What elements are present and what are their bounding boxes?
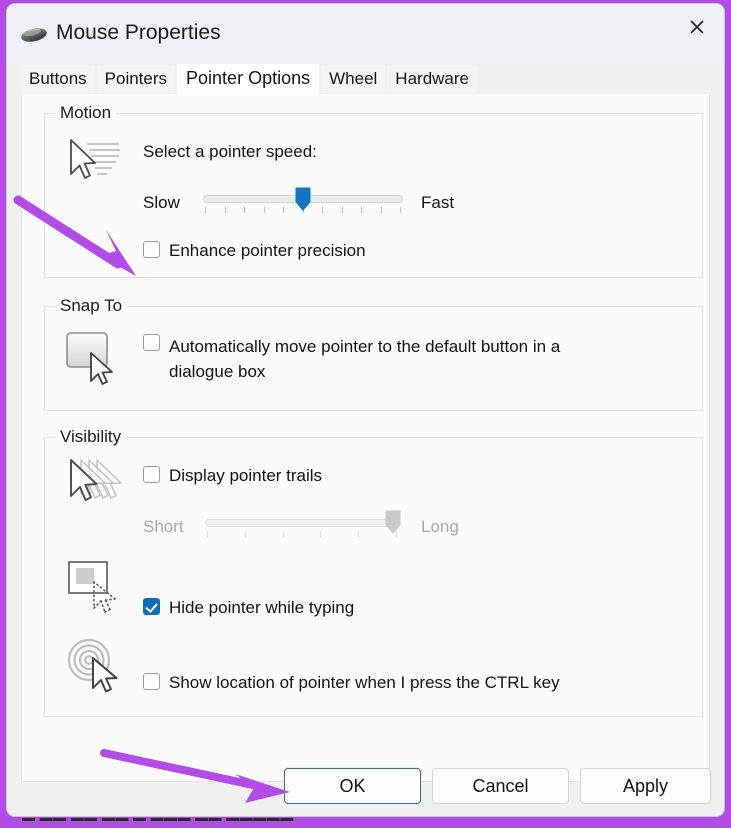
- checkbox-label-display-pointer-trails: Display pointer trails: [169, 466, 323, 485]
- checkbox-label-enhance-pointer-precision: Enhance pointer precision: [169, 241, 366, 260]
- snap-to-label-line1: Automatically move pointer to the defaul…: [169, 337, 561, 356]
- cursor-speed-icon: [63, 136, 125, 193]
- checkbox-row-show-pointer-location[interactable]: Show location of pointer when I press th…: [143, 673, 560, 693]
- checkbox-display-pointer-trails[interactable]: [143, 466, 160, 483]
- dialog-button-bar: OK Cancel Apply: [7, 756, 724, 816]
- checkbox-row-enhance-pointer-precision[interactable]: Enhance pointer precision: [143, 241, 366, 261]
- pointer-trails-slider[interactable]: Short Long: [143, 508, 563, 542]
- group-motion: Motion Select a pointer speed: Slow Fast…: [44, 103, 703, 278]
- group-snap-to: Snap To Automatically move pointer to th…: [44, 296, 703, 411]
- trails-slider-min-label-short: Short: [143, 517, 184, 536]
- checkbox-row-hide-pointer-while-typing[interactable]: Hide pointer while typing: [143, 598, 354, 618]
- apply-button[interactable]: Apply: [580, 768, 711, 804]
- checkbox-label-show-pointer-location: Show location of pointer when I press th…: [169, 673, 560, 692]
- tab-hardware[interactable]: Hardware: [387, 65, 477, 94]
- snap-to-button-icon: [63, 329, 125, 392]
- tab-panel-pointer-options: Motion Select a pointer speed: Slow Fast…: [21, 94, 710, 782]
- checkbox-hide-pointer-while-typing[interactable]: [143, 598, 160, 615]
- page-title: Mouse Properties: [56, 21, 221, 44]
- slider-min-label-slow: Slow: [143, 193, 180, 212]
- trails-slider-track[interactable]: [205, 519, 401, 527]
- snap-to-label-line2: dialogue box: [169, 362, 266, 381]
- screen: ▬ ▬▬ ▬▬ ▬▬ ▬ ▬▬▬ ▬▬ ▬▬▬▬▬: [0, 0, 731, 828]
- checkbox-row-display-pointer-trails[interactable]: Display pointer trails: [143, 466, 322, 486]
- group-snap-to-title: Snap To: [55, 296, 128, 316]
- ok-button[interactable]: OK: [284, 768, 421, 804]
- pointer-trails-icon: [63, 456, 129, 519]
- hide-pointer-typing-icon: [65, 558, 127, 621]
- slider-max-label-fast: Fast: [421, 193, 455, 212]
- checkbox-label-snap-to-default-button: Automatically move pointer to the defaul…: [169, 334, 560, 384]
- pointer-speed-slider[interactable]: Slow Fast: [143, 184, 563, 218]
- background-text-strip: ▬ ▬▬ ▬▬ ▬▬ ▬ ▬▬▬ ▬▬ ▬▬▬▬▬: [0, 818, 731, 828]
- checkbox-label-hide-pointer-while-typing: Hide pointer while typing: [169, 598, 355, 617]
- group-visibility-title: Visibility: [55, 427, 127, 447]
- show-pointer-location-icon: [65, 636, 127, 699]
- cancel-button[interactable]: Cancel: [432, 768, 569, 804]
- speed-slider-thumb[interactable]: [295, 187, 311, 212]
- tab-pointer-options[interactable]: Pointer Options: [177, 64, 320, 94]
- checkbox-row-snap-to-default-button[interactable]: Automatically move pointer to the defaul…: [143, 334, 663, 384]
- close-icon[interactable]: [670, 4, 724, 50]
- tab-wheel[interactable]: Wheel: [321, 65, 386, 94]
- title-bar: Mouse Properties: [7, 4, 724, 64]
- tab-buttons[interactable]: Buttons: [21, 65, 95, 94]
- checkbox-show-pointer-location[interactable]: [143, 673, 160, 690]
- tab-pointers[interactable]: Pointers: [96, 65, 176, 94]
- checkbox-snap-to-default-button[interactable]: [143, 334, 160, 351]
- tab-strip: Buttons Pointers Pointer Options Wheel H…: [21, 64, 724, 94]
- group-motion-title: Motion: [55, 103, 117, 123]
- group-visibility: Visibility Display pointer trails Short …: [44, 427, 703, 717]
- checkbox-enhance-pointer-precision[interactable]: [143, 241, 160, 258]
- trails-slider-ticks: [207, 531, 397, 537]
- trails-slider-thumb[interactable]: [385, 510, 401, 535]
- pointer-speed-label: Select a pointer speed:: [143, 142, 317, 161]
- background-text-fragment: ▬ ▬▬ ▬▬ ▬▬ ▬ ▬▬▬ ▬▬ ▬▬▬▬▬: [22, 818, 294, 824]
- mouse-properties-dialog: Mouse Properties Buttons Pointers Pointe…: [7, 4, 724, 816]
- mouse-icon: [20, 26, 50, 44]
- trails-slider-max-label-long: Long: [421, 517, 459, 536]
